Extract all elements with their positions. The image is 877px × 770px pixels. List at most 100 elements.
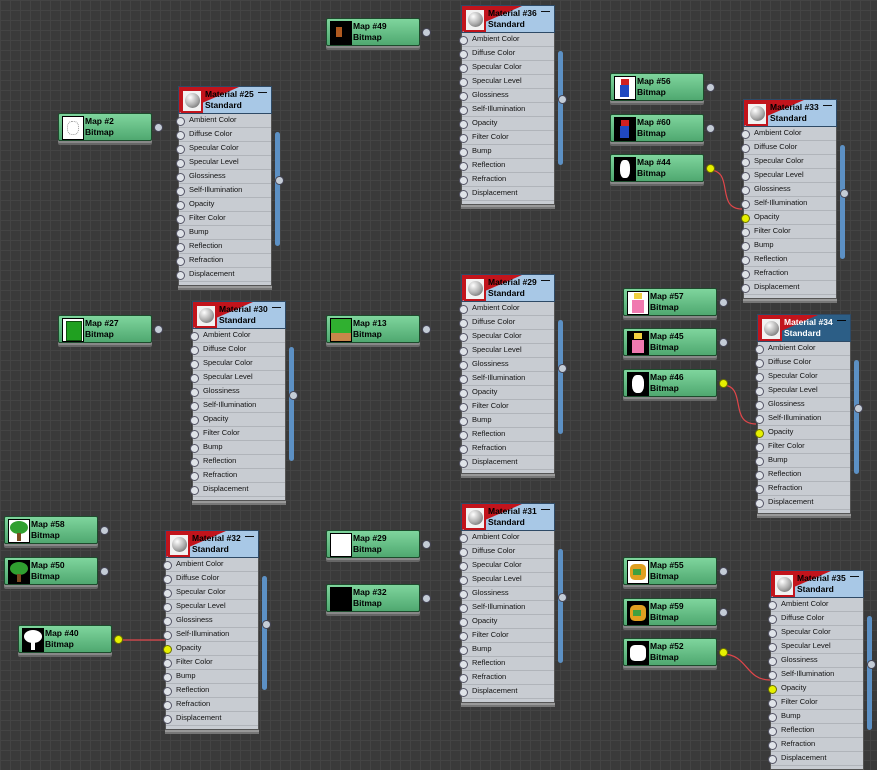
input-port[interactable] xyxy=(459,688,468,697)
input-port[interactable] xyxy=(755,471,764,480)
input-port[interactable] xyxy=(755,387,764,396)
input-port[interactable] xyxy=(768,727,777,736)
input-port[interactable] xyxy=(741,172,750,181)
input-port[interactable] xyxy=(176,229,185,238)
collapse-icon[interactable]: — xyxy=(850,571,859,581)
material-slot[interactable]: Self-Illumination xyxy=(741,197,836,211)
material-slot[interactable]: Displacement xyxy=(163,712,258,726)
material-node[interactable]: Material #34 Standard — Ambient Color Diffus… xyxy=(755,314,863,514)
material-slot[interactable]: Ambient Color xyxy=(163,558,258,572)
input-port[interactable] xyxy=(741,186,750,195)
map-node[interactable]: Map #58 Bitmap xyxy=(4,516,109,546)
input-port[interactable] xyxy=(176,173,185,182)
material-slot[interactable]: Self-Illumination xyxy=(459,372,554,386)
output-port[interactable] xyxy=(114,635,123,644)
material-slot[interactable]: Reflection xyxy=(741,253,836,267)
input-port[interactable] xyxy=(176,187,185,196)
material-header[interactable]: Material #31 Standard — xyxy=(461,503,555,531)
input-port[interactable] xyxy=(163,687,172,696)
material-slot[interactable]: Filter Color xyxy=(459,629,554,643)
input-port[interactable] xyxy=(755,485,764,494)
input-port[interactable] xyxy=(755,499,764,508)
input-port[interactable] xyxy=(459,632,468,641)
material-slot[interactable]: Refraction xyxy=(163,698,258,712)
input-port[interactable] xyxy=(459,64,468,73)
input-port[interactable] xyxy=(768,685,777,694)
material-slot[interactable]: Refraction xyxy=(741,267,836,281)
input-port[interactable] xyxy=(459,431,468,440)
input-port[interactable] xyxy=(459,646,468,655)
material-header[interactable]: Material #34 Standard — xyxy=(757,314,851,342)
material-slot[interactable]: Ambient Color xyxy=(741,127,836,141)
material-slot[interactable]: Self-Illumination xyxy=(163,628,258,642)
input-port[interactable] xyxy=(459,590,468,599)
input-port[interactable] xyxy=(459,674,468,683)
material-slot[interactable]: Specular Level xyxy=(768,640,863,654)
material-header[interactable]: Material #29 Standard — xyxy=(461,274,555,302)
output-port[interactable] xyxy=(719,298,728,307)
output-port[interactable] xyxy=(558,364,567,373)
input-port[interactable] xyxy=(459,660,468,669)
output-port[interactable] xyxy=(289,391,298,400)
map-node[interactable]: Map #52 Bitmap xyxy=(623,638,728,668)
input-port[interactable] xyxy=(459,120,468,129)
output-port[interactable] xyxy=(422,325,431,334)
material-slot[interactable]: Displacement xyxy=(459,187,554,201)
map-node[interactable]: Map #13 Bitmap xyxy=(326,315,431,345)
input-port[interactable] xyxy=(459,361,468,370)
output-port[interactable] xyxy=(262,620,271,629)
material-slot[interactable]: Bump xyxy=(768,710,863,724)
material-slot[interactable]: Displacement xyxy=(459,685,554,699)
material-slot[interactable]: Filter Color xyxy=(741,225,836,239)
material-slot[interactable]: Specular Color xyxy=(163,586,258,600)
map-node[interactable]: Map #50 Bitmap xyxy=(4,557,109,587)
output-port[interactable] xyxy=(840,189,849,198)
input-port[interactable] xyxy=(459,176,468,185)
material-slot[interactable]: Glossiness xyxy=(741,183,836,197)
input-port[interactable] xyxy=(768,601,777,610)
input-port[interactable] xyxy=(163,645,172,654)
material-slot[interactable]: Specular Color xyxy=(190,357,285,371)
input-port[interactable] xyxy=(459,604,468,613)
map-node[interactable]: Map #60 Bitmap xyxy=(610,114,715,144)
input-port[interactable] xyxy=(163,617,172,626)
input-port[interactable] xyxy=(459,78,468,87)
input-port[interactable] xyxy=(459,36,468,45)
input-port[interactable] xyxy=(741,284,750,293)
input-port[interactable] xyxy=(163,631,172,640)
input-port[interactable] xyxy=(190,374,199,383)
material-slot[interactable]: Filter Color xyxy=(190,427,285,441)
material-slot[interactable]: Specular Color xyxy=(755,370,850,384)
input-port[interactable] xyxy=(459,534,468,543)
material-slot[interactable]: Diffuse Color xyxy=(459,47,554,61)
input-port[interactable] xyxy=(190,430,199,439)
material-slot[interactable]: Reflection xyxy=(459,159,554,173)
collapse-icon[interactable]: — xyxy=(272,302,281,312)
material-slot[interactable]: Specular Color xyxy=(459,330,554,344)
material-slot[interactable]: Opacity xyxy=(741,211,836,225)
input-port[interactable] xyxy=(768,699,777,708)
input-port[interactable] xyxy=(190,472,199,481)
material-slot[interactable]: Specular Level xyxy=(163,600,258,614)
material-slot[interactable]: Displacement xyxy=(176,268,271,282)
map-node[interactable]: Map #44 Bitmap xyxy=(610,154,715,184)
material-slot[interactable]: Diffuse Color xyxy=(459,545,554,559)
input-port[interactable] xyxy=(741,214,750,223)
material-node[interactable]: Material #33 Standard — Ambient Color Diffus… xyxy=(741,99,849,299)
input-port[interactable] xyxy=(459,134,468,143)
material-slot[interactable]: Refraction xyxy=(190,469,285,483)
input-port[interactable] xyxy=(163,589,172,598)
material-slot[interactable]: Opacity xyxy=(755,426,850,440)
input-port[interactable] xyxy=(459,148,468,157)
material-slot[interactable]: Specular Color xyxy=(459,559,554,573)
material-header[interactable]: Material #30 Standard — xyxy=(192,301,286,329)
output-port[interactable] xyxy=(154,123,163,132)
material-slot[interactable]: Refraction xyxy=(176,254,271,268)
material-slot[interactable]: Self-Illumination xyxy=(755,412,850,426)
map-node[interactable]: Map #29 Bitmap xyxy=(326,530,431,560)
map-node[interactable]: Map #2 Bitmap xyxy=(58,113,163,143)
material-slot[interactable]: Specular Level xyxy=(459,573,554,587)
material-slot[interactable]: Opacity xyxy=(459,615,554,629)
map-node[interactable]: Map #56 Bitmap xyxy=(610,73,715,103)
material-slot[interactable]: Opacity xyxy=(459,117,554,131)
